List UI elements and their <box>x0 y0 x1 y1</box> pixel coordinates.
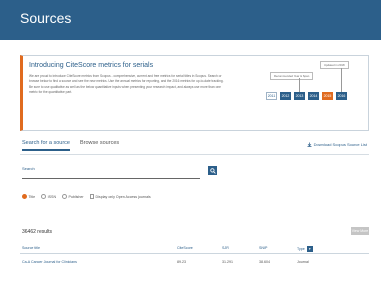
callout-line <box>299 78 300 92</box>
column-header-source-title[interactable]: Source title <box>22 246 40 250</box>
download-label: Download Scopus Source List <box>313 142 367 147</box>
citescore-value: 89.23 <box>177 260 186 264</box>
banner-title: Introducing CiteScore metrics for serial… <box>29 62 154 69</box>
search-filters: Title ISSN Publisher Display only Open A… <box>22 194 151 199</box>
year-button-active[interactable]: 2015 <box>322 92 333 100</box>
filter-label: Title <box>28 194 36 199</box>
citescore-banner: Introducing CiteScore metrics for serial… <box>20 55 369 131</box>
callout-line <box>341 68 342 92</box>
sort-icon[interactable]: ▾ <box>306 246 313 252</box>
radio-icon <box>62 194 68 199</box>
table-row: Ca-A Cancer Journal for Clinicians 89.23… <box>22 258 369 268</box>
table-header: Source title CiteScore SJR SNIP Type ▾ <box>22 244 369 253</box>
checkbox-icon <box>89 194 95 199</box>
year-button[interactable]: 2014 <box>308 92 319 100</box>
type-value: Journal <box>297 260 309 264</box>
section-divider <box>20 154 369 155</box>
tab-browse-sources[interactable]: Browse sources <box>80 140 119 151</box>
year-button[interactable]: 2011 <box>266 92 277 100</box>
page-title: Sources <box>20 10 72 26</box>
download-icon <box>307 142 312 147</box>
source-tabs: Search for a source Browse sources <box>22 140 119 151</box>
tab-search-for-source[interactable]: Search for a source <box>22 140 70 151</box>
filter-label: Publisher <box>68 194 84 199</box>
search-label: Search <box>22 166 35 171</box>
radio-icon <box>41 194 47 199</box>
year-button[interactable]: 2013 <box>294 92 305 100</box>
column-header-type[interactable]: Type ▾ <box>297 246 313 252</box>
page-header: Sources <box>0 0 381 40</box>
callout-recommended: Recommended Year & Span <box>270 72 314 80</box>
banner-text: We are proud to introduce CiteScore metr… <box>29 74 224 95</box>
filter-label: Display only Open Access journals <box>95 194 151 199</box>
year-button[interactable]: 2012 <box>280 92 291 100</box>
column-header-citescore[interactable]: CiteScore <box>177 246 193 250</box>
year-selector: 2011 2012 2013 2014 2015 2016 <box>266 92 347 100</box>
view-more-button[interactable]: View More <box>351 227 369 235</box>
download-source-list-link[interactable]: Download Scopus Source List <box>307 142 367 147</box>
callout-latest: Updated in 2018 <box>320 61 349 69</box>
column-header-sjr[interactable]: SJR <box>222 246 229 250</box>
filter-open-access[interactable]: Display only Open Access journals <box>89 194 151 199</box>
radio-selected-icon <box>22 194 27 199</box>
source-title-link[interactable]: Ca-A Cancer Journal for Clinicians <box>22 260 77 264</box>
search-button[interactable] <box>208 166 217 175</box>
results-count: 36462 results <box>22 229 53 235</box>
table-divider <box>20 253 369 254</box>
sjr-value: 31.291 <box>222 260 233 264</box>
filter-issn[interactable]: ISSN <box>41 194 56 199</box>
filter-publisher[interactable]: Publisher <box>62 194 84 199</box>
year-button[interactable]: 2016 <box>336 92 347 100</box>
search-icon <box>209 167 216 174</box>
filter-title[interactable]: Title <box>22 194 35 199</box>
search-input[interactable] <box>22 172 200 179</box>
column-header-type-label: Type <box>297 246 305 251</box>
filter-label: ISSN <box>47 194 57 199</box>
snip-value: 38.604 <box>259 260 270 264</box>
column-header-snip[interactable]: SNIP <box>259 246 267 250</box>
